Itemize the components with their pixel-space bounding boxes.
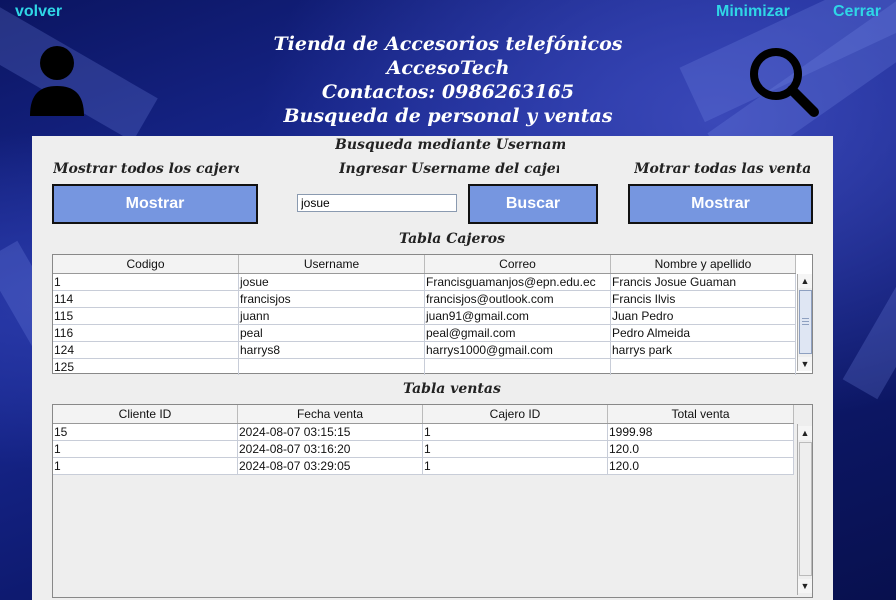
- grip-line: [802, 318, 809, 319]
- cashiers-table: Codigo Username Correo Nombre y apellido…: [52, 254, 813, 375]
- back-link[interactable]: volver: [15, 3, 62, 21]
- scroll-down-arrow-icon[interactable]: ▼: [798, 357, 812, 371]
- scroll-track[interactable]: [799, 442, 812, 576]
- table-cell: 2024-08-07 03:16:20: [238, 441, 423, 457]
- scroll-down-arrow-icon[interactable]: ▼: [798, 579, 812, 593]
- search-title: Busqueda mediante Username: [335, 137, 565, 153]
- table-header: Cliente ID Fecha venta Cajero ID Total v…: [53, 405, 794, 424]
- show-sales-button[interactable]: Mostrar: [628, 184, 813, 224]
- cashiers-table-title: Tabla Cajeros: [399, 231, 505, 247]
- sales-table-title: Tabla ventas: [403, 381, 501, 397]
- table-row[interactable]: 124 harrys8 harrys1000@gmail.com harrys …: [53, 342, 796, 359]
- table-cell: 114: [53, 291, 239, 307]
- column-header[interactable]: Cliente ID: [53, 405, 238, 423]
- table-cell: 2024-08-07 03:29:05: [238, 458, 423, 474]
- table-row[interactable]: 114 francisjos francisjos@outlook.com Fr…: [53, 291, 796, 308]
- table-cell: 115: [53, 308, 239, 324]
- scroll-up-arrow-icon[interactable]: ▲: [798, 274, 812, 288]
- cashiers-scrollbar[interactable]: ▲ ▼: [797, 274, 812, 371]
- scroll-up-arrow-icon[interactable]: ▲: [798, 426, 812, 440]
- close-link[interactable]: Cerrar: [833, 3, 881, 21]
- table-cell: 1: [53, 274, 239, 290]
- column-header[interactable]: Nombre y apellido: [611, 255, 796, 273]
- table-cell: [239, 359, 425, 375]
- wing-shape: [842, 240, 896, 400]
- sales-table: Cliente ID Fecha venta Cajero ID Total v…: [52, 404, 813, 598]
- sales-scrollbar[interactable]: ▲ ▼: [797, 424, 812, 595]
- table-cell: juann: [239, 308, 425, 324]
- table-row[interactable]: 1 2024-08-07 03:16:20 1 120.0: [53, 441, 794, 458]
- column-header[interactable]: Codigo: [53, 255, 239, 273]
- show-cashiers-button[interactable]: Mostrar: [52, 184, 258, 224]
- table-cell: peal: [239, 325, 425, 341]
- table-cell: 1: [423, 458, 608, 474]
- grip-line: [802, 324, 809, 325]
- table-cell: 2024-08-07 03:15:15: [238, 424, 423, 440]
- label-all-cashiers: Mostrar todos los cajeros: [53, 161, 239, 177]
- search-button[interactable]: Buscar: [468, 184, 598, 224]
- table-row[interactable]: 116 peal peal@gmail.com Pedro Almeida: [53, 325, 796, 342]
- table-cell: 125: [53, 359, 239, 375]
- table-cell: 15: [53, 424, 238, 440]
- user-icon: [30, 46, 84, 116]
- table-cell: 1999.98: [608, 424, 794, 440]
- table-cell: Juan Pedro: [611, 308, 796, 324]
- table-cell: peal@gmail.com: [425, 325, 611, 341]
- table-cell: 120.0: [608, 458, 794, 474]
- table-cell: harrys1000@gmail.com: [425, 342, 611, 358]
- table-header: Codigo Username Correo Nombre y apellido: [53, 255, 796, 274]
- table-cell: Francis Ilvis: [611, 291, 796, 307]
- table-row[interactable]: 15 2024-08-07 03:15:15 1 1999.98: [53, 424, 794, 441]
- table-cell: josue: [239, 274, 425, 290]
- table-cell: 1: [423, 424, 608, 440]
- table-cell: 116: [53, 325, 239, 341]
- column-header[interactable]: Correo: [425, 255, 611, 273]
- grip-line: [802, 321, 809, 322]
- table-cell: francisjos@outlook.com: [425, 291, 611, 307]
- table-cell: Francisguamanjos@epn.edu.ec: [425, 274, 611, 290]
- table-cell: [425, 359, 611, 375]
- label-enter-username: Ingresar Username del cajero: [339, 161, 559, 177]
- column-header[interactable]: Total venta: [608, 405, 794, 423]
- username-input[interactable]: [297, 194, 457, 212]
- label-all-sales: Motrar todas las ventas: [634, 161, 810, 177]
- table-cell: harrys park: [611, 342, 796, 358]
- table-cell: 1: [53, 441, 238, 457]
- table-row[interactable]: 1 2024-08-07 03:29:05 1 120.0: [53, 458, 794, 475]
- column-header[interactable]: Fecha venta: [238, 405, 423, 423]
- table-cell: 120.0: [608, 441, 794, 457]
- table-row[interactable]: 115 juann juan91@gmail.com Juan Pedro: [53, 308, 796, 325]
- table-cell: francisjos: [239, 291, 425, 307]
- column-header[interactable]: Username: [239, 255, 425, 273]
- table-cell: 1: [53, 458, 238, 474]
- minimize-link[interactable]: Minimizar: [716, 3, 790, 21]
- column-header[interactable]: Cajero ID: [423, 405, 608, 423]
- table-row[interactable]: 125: [53, 359, 796, 375]
- scroll-thumb[interactable]: [799, 290, 812, 354]
- table-row[interactable]: 1 josue Francisguamanjos@epn.edu.ec Fran…: [53, 274, 796, 291]
- table-cell: 1: [423, 441, 608, 457]
- table-cell: juan91@gmail.com: [425, 308, 611, 324]
- table-cell: [611, 359, 796, 375]
- table-cell: 124: [53, 342, 239, 358]
- search-icon: [750, 48, 819, 117]
- table-cell: Pedro Almeida: [611, 325, 796, 341]
- table-cell: harrys8: [239, 342, 425, 358]
- table-cell: Francis Josue Guaman: [611, 274, 796, 290]
